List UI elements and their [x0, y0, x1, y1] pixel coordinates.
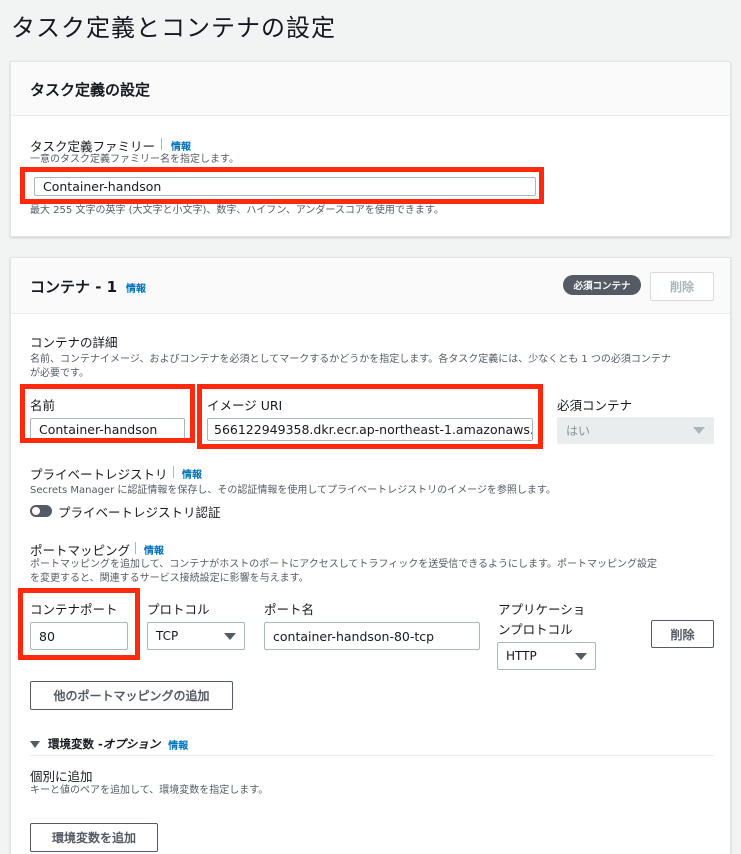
page-title: タスク定義とコンテナの設定 — [11, 14, 336, 42]
private-registry-label: プライベートレジストリ — [30, 467, 168, 482]
protocol-label: プロトコル — [147, 602, 210, 617]
container-card: コンテナ - 1 情報 必須コンテナ 削除 コンテナの詳細 名前、コンテナイメー… — [10, 257, 731, 854]
container-delete-button[interactable]: 削除 — [650, 272, 714, 301]
app-protocol-value: HTTP — [506, 649, 537, 663]
port-mapping-info-link[interactable]: 情報 — [144, 542, 164, 557]
add-env-var-button[interactable]: 環境変数を追加 — [30, 823, 158, 852]
divider — [173, 466, 174, 478]
private-registry-toggle[interactable] — [30, 505, 52, 517]
highlight-container-port — [18, 588, 140, 660]
chevron-down-icon — [693, 427, 705, 434]
port-mapping-desc-2: を変更すると、関連するサービス接続設定に影響を与えます。 — [30, 573, 309, 584]
port-mapping-label: ポートマッピング — [30, 543, 131, 558]
divider — [135, 542, 136, 554]
env-toggle-label: 環境変数 - — [48, 737, 103, 751]
private-registry-desc: Secrets Manager に認証情報を保存し、その認証情報を使用してプライ… — [30, 485, 556, 496]
toggle-knob — [32, 507, 40, 515]
task-family-info-link[interactable]: 情報 — [171, 138, 191, 153]
essential-container-select[interactable]: はい — [557, 417, 714, 444]
container-details-desc-2: が必要です。 — [30, 368, 89, 379]
task-definition-heading: タスク定義の設定 — [30, 81, 151, 99]
chevron-down-icon — [224, 632, 236, 640]
env-divider — [30, 755, 714, 756]
protocol-value: TCP — [156, 629, 179, 643]
env-expand-toggle[interactable]: 環境変数 - オプション 情報 — [30, 736, 188, 752]
highlight-image-uri — [197, 384, 543, 449]
essential-container-label: 必須コンテナ — [557, 398, 633, 413]
container-heading: コンテナ - 1 — [30, 278, 118, 296]
env-individual-desc: キーと値のペアを追加して、環境変数を指定します。 — [30, 785, 269, 796]
essential-container-value: はい — [566, 424, 591, 438]
port-mapping-delete-button[interactable]: 削除 — [651, 620, 714, 648]
app-protocol-label-1: アプリケーショ — [498, 602, 586, 617]
caret-down-icon — [30, 740, 40, 748]
env-info-link[interactable]: 情報 — [168, 737, 188, 752]
protocol-select[interactable]: TCP — [147, 622, 245, 650]
private-registry-info-link[interactable]: 情報 — [182, 466, 202, 481]
container-card-header: コンテナ - 1 情報 必須コンテナ 削除 — [11, 258, 730, 314]
task-family-description: 一意のタスク定義ファミリー名を指定します。 — [30, 154, 239, 165]
add-port-mapping-button[interactable]: 他のポートマッピングの追加 — [30, 681, 233, 710]
task-definition-card-header: タスク定義の設定 — [11, 62, 730, 116]
env-toggle-optional: オプション — [102, 737, 161, 751]
port-name-input[interactable]: container-handson-80-tcp — [264, 622, 480, 650]
container-details-label: コンテナの詳細 — [30, 335, 118, 350]
highlight-container-name — [20, 384, 195, 443]
required-container-badge: 必須コンテナ — [563, 275, 641, 295]
chevron-down-icon — [575, 652, 587, 660]
port-name-label: ポート名 — [264, 602, 315, 617]
port-mapping-desc-1: ポートマッピングを追加して、コンテナがホストのポートにアクセスしてトラフィックを… — [30, 559, 657, 570]
divider — [161, 138, 162, 150]
highlight-task-family — [20, 167, 544, 204]
env-individual-label: 個別に追加 — [30, 769, 93, 784]
private-registry-toggle-label: プライベートレジストリ認証 — [58, 505, 221, 520]
app-protocol-label-2: ンプロトコル — [498, 622, 573, 637]
task-family-hint: 最大 255 文字の英字 (大文字と小文字)、数字、ハイフン、アンダースコアを使… — [30, 205, 444, 216]
task-definition-card: タスク定義の設定 タスク定義ファミリー 情報 一意のタスク定義ファミリー名を指定… — [10, 61, 731, 237]
container-info-link[interactable]: 情報 — [126, 280, 146, 295]
app-protocol-select[interactable]: HTTP — [497, 642, 596, 670]
container-details-desc-1: 名前、コンテナイメージ、およびコンテナを必須としてマークするかどうかを指定します… — [30, 354, 671, 365]
